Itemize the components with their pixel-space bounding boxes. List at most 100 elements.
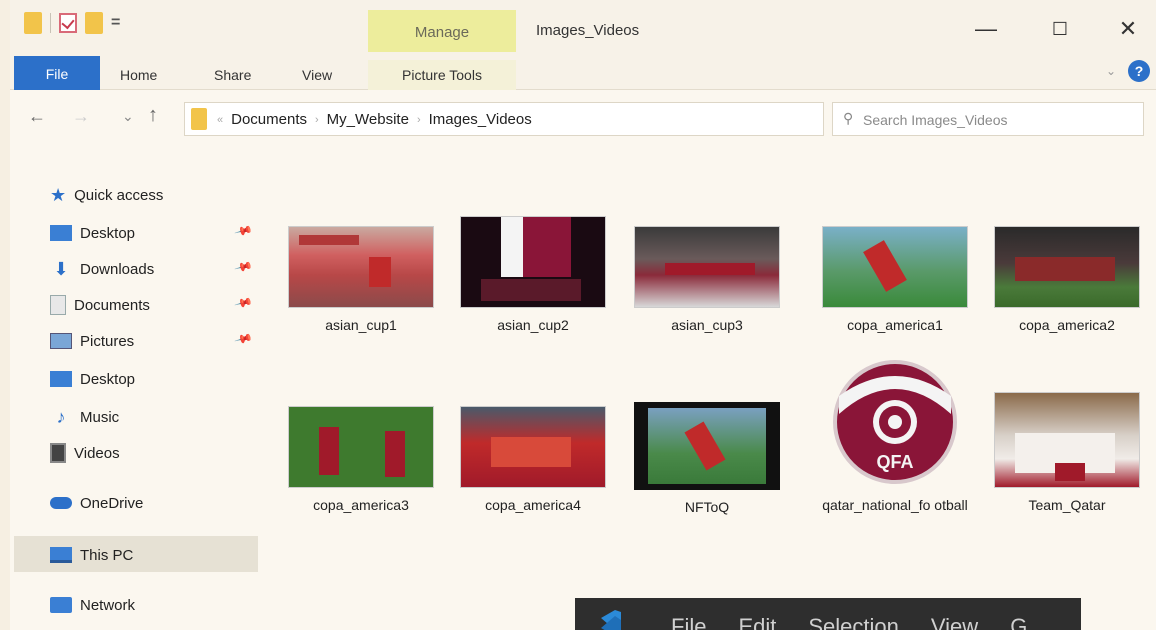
tab-share[interactable]: Share [214, 60, 251, 90]
nav-label: Quick access [74, 186, 164, 204]
folder-icon[interactable] [24, 12, 42, 34]
file-name: NFToQ [684, 499, 730, 515]
nav-item-quick-access[interactable]: ★ Quick access [50, 180, 163, 210]
ribbon-tabs: File Home Share View Picture Tools ⌄ ? [10, 52, 1156, 90]
nav-item-this-pc[interactable]: This PC [50, 540, 133, 570]
maximize-button[interactable]: ☐ [1040, 14, 1080, 44]
image-thumbnail [634, 226, 780, 308]
file-item[interactable]: copa_america1 [820, 226, 970, 335]
image-thumbnail [994, 226, 1140, 308]
file-name: copa_america3 [313, 497, 409, 513]
pin-icon[interactable]: 📌 [234, 329, 254, 349]
image-thumbnail [288, 406, 434, 488]
nav-label: This PC [80, 546, 134, 564]
pin-icon[interactable]: 📌 [234, 221, 254, 241]
breadcrumb-documents[interactable]: Documents [231, 111, 307, 128]
collapse-ribbon-icon[interactable]: ⌄ [1106, 64, 1116, 78]
file-explorer-window: = Manage Images_Videos — ☐ ✕ File Home S… [10, 0, 1156, 630]
breadcrumb-images-videos[interactable]: Images_Videos [429, 111, 532, 128]
forward-arrow-icon[interactable]: → [72, 106, 90, 127]
file-item[interactable]: asian_cup1 [286, 226, 436, 335]
image-thumbnail [460, 406, 606, 488]
nav-label: Downloads [80, 260, 155, 278]
file-item[interactable]: Team_Qatar [992, 392, 1142, 515]
customize-toolbar-icon[interactable]: = [111, 15, 120, 31]
logo-text: QFA [876, 452, 913, 472]
breadcrumb-my-website[interactable]: My_Website [327, 111, 409, 128]
nav-label: Pictures [80, 332, 135, 350]
download-icon: ⬇ [53, 258, 69, 279]
tab-view[interactable]: View [302, 60, 332, 90]
nav-label: Network [80, 596, 136, 614]
nav-label: Videos [74, 444, 120, 462]
file-name: qatar_national_fo otball [822, 497, 968, 513]
search-input[interactable]: ⚲ Search Images_Videos [832, 102, 1144, 136]
menu-file[interactable]: File [671, 614, 706, 630]
file-name: asian_cup3 [671, 317, 743, 333]
up-arrow-icon[interactable]: ↑ [148, 104, 158, 127]
new-folder-icon[interactable] [85, 12, 103, 34]
vscode-menu-bar: File Edit Selection View G [671, 614, 1027, 630]
back-arrow-icon[interactable]: ← [28, 106, 46, 127]
tab-home[interactable]: Home [120, 60, 157, 90]
breadcrumb-overflow[interactable]: « [217, 114, 223, 126]
file-item[interactable]: copa_america3 [286, 406, 436, 515]
nav-item-music[interactable]: ♪ Music [50, 402, 120, 432]
file-list: asian_cup1 asian_cup2 asian_cup3 copa_am… [280, 170, 1156, 630]
videos-icon [50, 443, 66, 463]
file-item[interactable]: asian_cup3 [632, 226, 782, 335]
image-thumbnail [288, 226, 434, 308]
help-icon[interactable]: ? [1128, 60, 1150, 82]
minimize-button[interactable]: — [966, 14, 1006, 44]
tab-manage[interactable]: Manage [368, 10, 516, 54]
quick-access-toolbar: = [24, 12, 120, 34]
nav-item-downloads[interactable]: ⬇ Downloads [50, 254, 154, 284]
title-bar: = Manage Images_Videos — ☐ ✕ [10, 0, 1156, 54]
file-item[interactable]: QFA qatar_national_fo otball [820, 356, 970, 515]
network-icon [50, 597, 72, 613]
navigation-pane: ★ Quick access Desktop 📌 ⬇ Downloads 📌 D… [10, 170, 280, 630]
nav-label: Documents [74, 296, 150, 314]
tab-file[interactable]: File [14, 56, 100, 90]
star-icon: ★ [50, 184, 67, 205]
file-item[interactable]: NFToQ [632, 402, 782, 517]
file-item[interactable]: copa_america4 [458, 406, 608, 515]
qfa-logo: QFA [833, 360, 957, 484]
address-bar-row: ← → ⌄ ↑ « Documents › My_Website › Image… [10, 98, 1156, 140]
menu-view[interactable]: View [931, 614, 978, 630]
tab-picture-tools[interactable]: Picture Tools [368, 60, 516, 90]
file-name: asian_cup2 [497, 317, 569, 333]
nav-label: OneDrive [80, 494, 144, 512]
chevron-right-icon[interactable]: › [417, 114, 421, 126]
image-thumbnail [994, 392, 1140, 488]
menu-selection[interactable]: Selection [808, 614, 899, 630]
file-item[interactable]: asian_cup2 [458, 216, 608, 335]
nav-item-pictures[interactable]: Pictures [50, 326, 134, 356]
cloud-icon [50, 497, 72, 509]
chevron-right-icon[interactable]: › [315, 114, 319, 126]
qfa-logo-thumbnail: QFA [829, 356, 961, 488]
address-bar[interactable]: « Documents › My_Website › Images_Videos… [184, 102, 972, 136]
pin-icon[interactable]: 📌 [234, 257, 254, 277]
nav-item-network[interactable]: Network [50, 590, 135, 620]
pin-icon[interactable]: 📌 [234, 293, 254, 313]
file-item[interactable]: copa_america2 [992, 226, 1142, 335]
nav-item-documents[interactable]: Documents [50, 290, 150, 320]
nav-item-desktop-2[interactable]: Desktop [50, 364, 135, 394]
close-button[interactable]: ✕ [1108, 14, 1148, 44]
search-placeholder: Search Images_Videos [863, 112, 1008, 128]
nav-item-onedrive[interactable]: OneDrive [50, 488, 143, 518]
file-name: copa_america4 [485, 497, 581, 513]
file-name: copa_america1 [847, 317, 943, 333]
menu-edit[interactable]: Edit [738, 614, 776, 630]
menu-go[interactable]: G [1010, 614, 1027, 630]
nav-item-desktop[interactable]: Desktop [50, 218, 135, 248]
window-title: Images_Videos [536, 22, 640, 39]
properties-icon[interactable] [59, 13, 77, 33]
recent-locations-icon[interactable]: ⌄ [122, 108, 134, 125]
nav-item-videos[interactable]: Videos [50, 438, 120, 468]
video-thumbnail [634, 402, 780, 490]
desktop-icon [50, 225, 72, 241]
nav-label: Desktop [80, 370, 136, 388]
nav-label: Desktop [80, 224, 136, 242]
